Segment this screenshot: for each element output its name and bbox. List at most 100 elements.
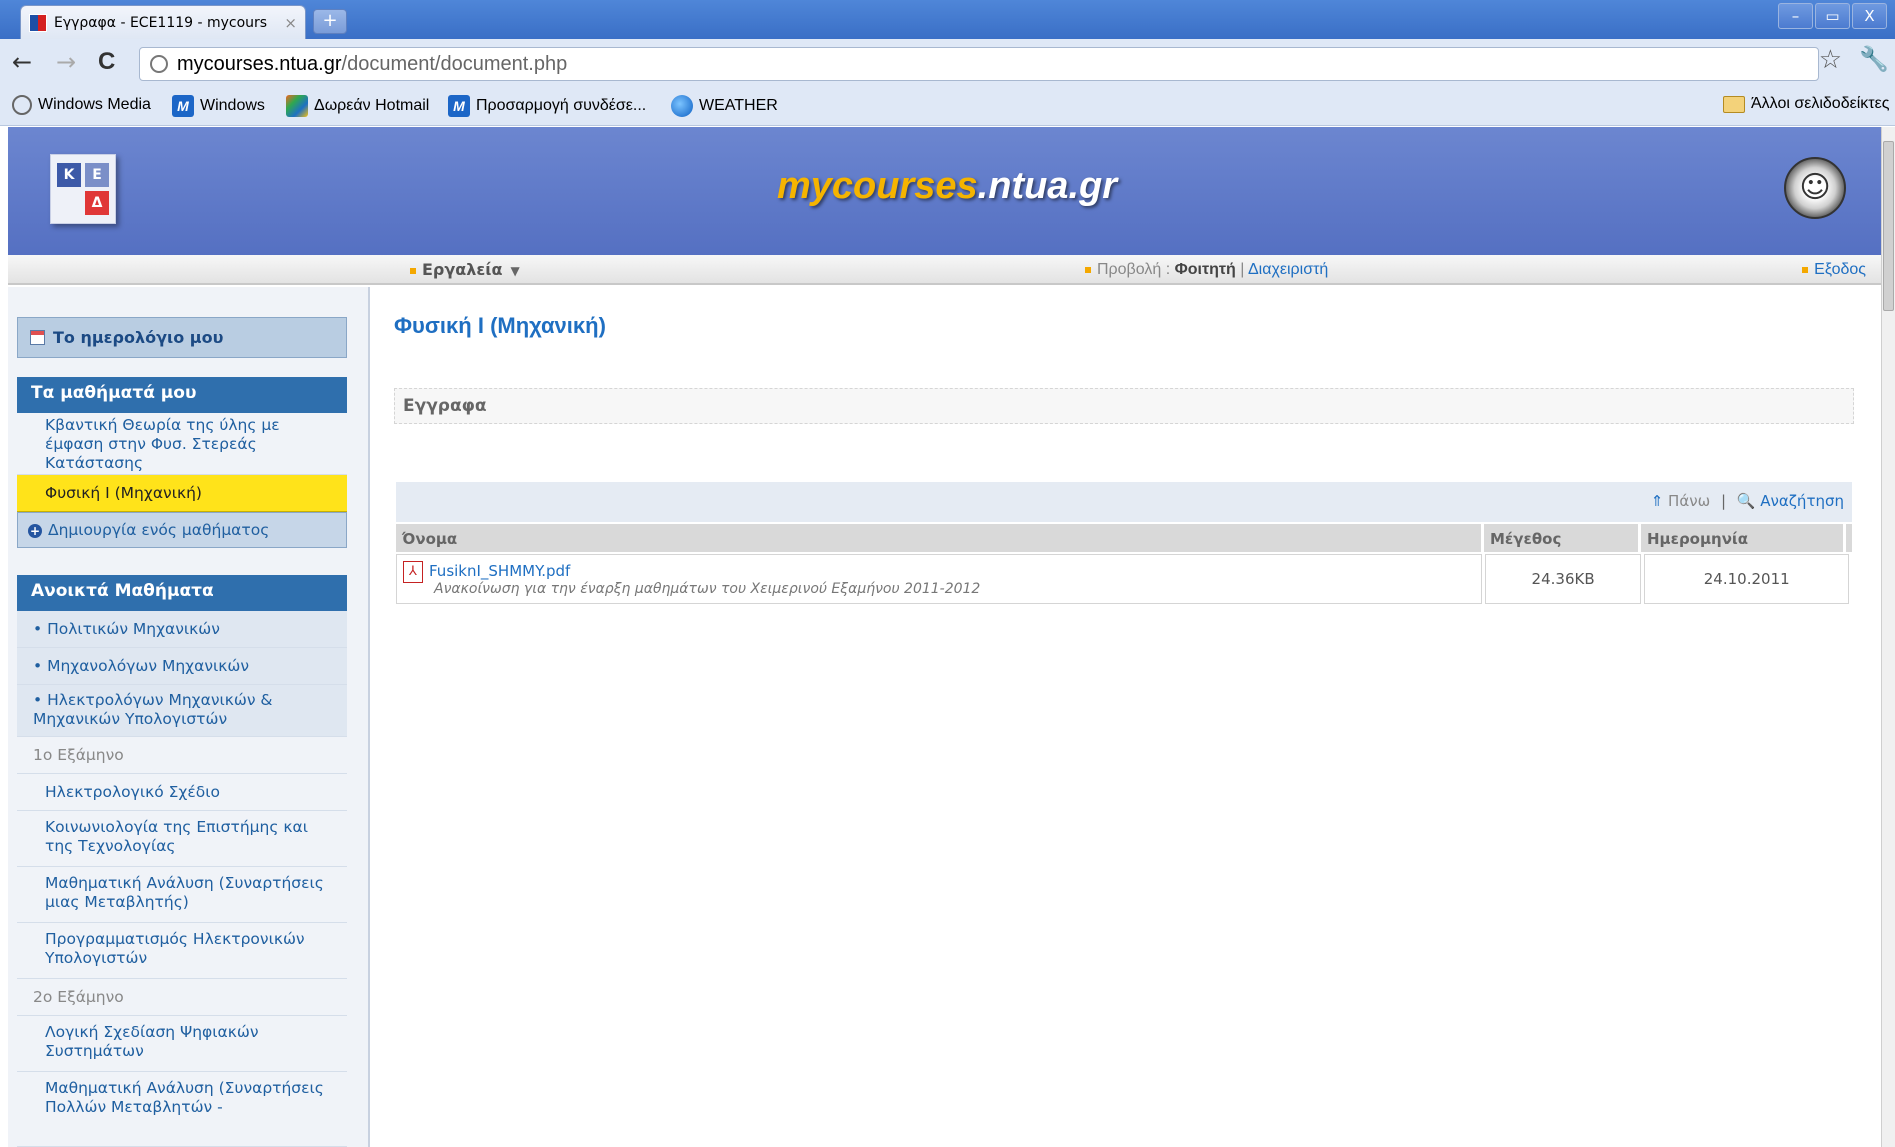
other-bookmarks-label: Άλλοι σελιδοδείκτες <box>1751 95 1890 112</box>
browser-titlebar: Εγγραφα - ECE1119 - mycours × + – ▭ X <box>0 0 1895 39</box>
my-courses-header: Τα μαθήματά μου <box>17 377 347 413</box>
calendar-label: Το ημερολόγιο μου <box>53 328 224 347</box>
minimize-button[interactable]: – <box>1778 3 1813 29</box>
sidebar-course-quantum[interactable]: Κβαντική Θεωρία της ύλης με έμφαση στην … <box>17 413 347 475</box>
url-path: /document/document.php <box>341 53 568 75</box>
page-scrollbar[interactable] <box>1881 127 1895 1147</box>
msn-icon: M <box>448 95 470 117</box>
bookmark-windows-media[interactable]: Windows Media <box>12 95 151 115</box>
search-link[interactable]: Αναζήτηση <box>1760 492 1844 510</box>
address-text: mycourses.ntua.gr/document/document.php <box>177 53 567 76</box>
site-banner: Κ Ε Δ mycourses.ntua.gr ☺ <box>8 127 1886 255</box>
documents-table: ⇑ Πάνω | 🔍 Αναζήτηση Όνομα Μέγεθος Ημερο… <box>396 482 1852 604</box>
document-date: 24.10.2011 <box>1644 554 1849 604</box>
site-name-part2: .ntua.gr <box>977 165 1117 207</box>
document-size: 24.36KB <box>1484 554 1642 604</box>
open-courses-header: Ανοικτά Μαθήματα <box>17 575 347 611</box>
tools-menu[interactable]: Εργαλεία ▼ <box>410 260 520 279</box>
maximize-button[interactable]: ▭ <box>1815 3 1850 29</box>
bookmark-label: WEATHER <box>699 97 778 114</box>
documents-toolbar: ⇑ Πάνω | 🔍 Αναζήτηση <box>396 482 1852 522</box>
site-favicon-icon <box>29 13 47 32</box>
tab-title: Εγγραφα - ECE1119 - mycours <box>54 14 268 31</box>
logout-link[interactable]: Εξοδος <box>1802 261 1866 279</box>
sidebar-dept-mechanical[interactable]: • Μηχανολόγων Μηχανικών <box>17 648 347 685</box>
site-menubar: Εργαλεία ▼ Προβολή : Φοιτητή | Διαχειριστ… <box>8 255 1886 285</box>
bullet-icon <box>1802 266 1809 273</box>
table-row: ⅄ FusiknI_SHMMY.pdf Ανακοίνωση για την έν… <box>396 552 1852 604</box>
document-link[interactable]: FusiknI_SHMMY.pdf <box>429 562 570 580</box>
wrench-menu-icon[interactable]: 🔧 <box>1859 45 1889 73</box>
browser-tab[interactable]: Εγγραφα - ECE1119 - mycours × <box>20 5 306 39</box>
bookmark-star-icon[interactable]: ☆ <box>1819 45 1842 75</box>
sidebar-course-logic-design[interactable]: Λογική Σχεδίαση Ψηφιακών Συστημάτων <box>17 1016 347 1072</box>
view-admin-link[interactable]: Διαχειριστή <box>1248 261 1328 278</box>
semester-1-label: 1ο Εξάμηνο <box>17 737 347 774</box>
web-page: Κ Ε Δ mycourses.ntua.gr ☺ Εργαλεία ▼ Προβ… <box>8 127 1886 1147</box>
bullet-icon <box>410 267 416 274</box>
view-label: Προβολή : <box>1097 261 1175 278</box>
caret-down-icon: ▼ <box>510 264 520 278</box>
calendar-icon <box>30 330 45 345</box>
folder-icon <box>1723 95 1745 113</box>
pdf-icon[interactable]: ⅄ <box>403 561 423 583</box>
table-header: Όνομα Μέγεθος Ημερομηνία <box>396 522 1852 552</box>
weather-icon <box>671 95 693 117</box>
logout-label: Εξοδος <box>1814 261 1866 278</box>
site-name: mycourses.ntua.gr <box>8 165 1886 208</box>
column-size[interactable]: Μέγεθος <box>1484 524 1641 552</box>
view-student: Φοιτητή <box>1174 261 1236 278</box>
other-bookmarks[interactable]: Άλλοι σελιδοδείκτες <box>1723 95 1889 113</box>
sidebar-dept-electrical[interactable]: • Ηλεκτρολόγων Μηχανικών & Μηχανικών Υπο… <box>17 685 347 737</box>
bookmark-customize-links[interactable]: M Προσαρμογή συνδέσε... <box>448 95 646 117</box>
bookmark-hotmail[interactable]: Δωρεάν Hotmail <box>286 95 429 117</box>
view-mode: Προβολή : Φοιτητή | Διαχειριστή <box>1085 261 1328 279</box>
my-calendar-button[interactable]: Το ημερολόγιο μου <box>17 317 347 358</box>
course-title[interactable]: Φυσική Ι (Μηχανική) <box>394 313 606 339</box>
column-date[interactable]: Ημερομηνία <box>1641 524 1846 552</box>
scrollbar-thumb[interactable] <box>1883 141 1894 311</box>
document-name-cell: ⅄ FusiknI_SHMMY.pdf Ανακοίνωση για την έν… <box>396 554 1482 604</box>
sidebar-course-electrical-drawing[interactable]: Ηλεκτρολογικό Σχέδιο <box>17 774 347 811</box>
windows-logo-icon <box>286 95 308 117</box>
bookmark-label: Δωρεάν Hotmail <box>314 97 430 114</box>
up-link[interactable]: Πάνω <box>1668 492 1710 510</box>
tab-close-icon[interactable]: × <box>284 14 297 32</box>
msn-icon: M <box>172 95 194 117</box>
sidebar-course-physics-selected[interactable]: Φυσική Ι (Μηχανική) <box>17 475 347 512</box>
view-separator: | <box>1235 261 1248 278</box>
folder-up-icon[interactable]: ⇑ <box>1651 492 1664 510</box>
sidebar-course-sociology[interactable]: Κοινωνιολογία της Επιστήμης και της Τεχν… <box>17 811 347 867</box>
close-window-button[interactable]: X <box>1852 3 1887 29</box>
university-seal-icon: ☺ <box>1784 157 1846 219</box>
search-icon[interactable]: 🔍 <box>1737 492 1756 510</box>
back-button[interactable]: ← <box>12 48 32 76</box>
sidebar-course-calculus-2[interactable]: Μαθηματική Ανάλυση (Συναρτήσεις Πολλών Μ… <box>17 1072 347 1147</box>
page-info-icon[interactable] <box>150 55 168 73</box>
globe-icon <box>12 95 32 115</box>
reload-button[interactable]: C <box>98 48 115 76</box>
bookmarks-bar: Windows Media M Windows Δωρεάν Hotmail M… <box>0 86 1895 126</box>
bookmark-label: Windows Media <box>38 96 151 113</box>
section-title: Εγγραφα <box>394 388 1854 424</box>
bullet-icon <box>1085 266 1091 273</box>
bookmark-label: Προσαρμογή συνδέσε... <box>476 97 647 114</box>
forward-button[interactable]: → <box>56 48 76 76</box>
sidebar-course-calculus-1[interactable]: Μαθηματική Ανάλυση (Συναρτήσεις μιας Μετ… <box>17 867 347 923</box>
column-name[interactable]: Όνομα <box>396 524 1484 552</box>
tools-label: Εργαλεία <box>422 260 503 279</box>
new-tab-button[interactable]: + <box>313 9 347 34</box>
document-description: Ανακοίνωση για την έναρξη μαθημάτων του … <box>434 581 981 597</box>
plus-icon: + <box>28 523 42 538</box>
sidebar: Το ημερολόγιο μου Τα μαθήματά μου Κβαντι… <box>8 287 370 1147</box>
main-content: Φυσική Ι (Μηχανική) Εγγραφα ⇑ Πάνω | 🔍 Α… <box>378 287 1878 1147</box>
sidebar-dept-civil[interactable]: • Πολιτικών Μηχανικών <box>17 611 347 648</box>
sidebar-course-programming[interactable]: Προγραμματισμός Ηλεκτρονικών Υπολογιστών <box>17 923 347 979</box>
window-controls: – ▭ X <box>1776 3 1887 29</box>
create-course-button[interactable]: + Δημιουργία ενός μαθήματος <box>17 512 347 548</box>
bookmark-windows[interactable]: M Windows <box>172 95 265 117</box>
bookmark-label: Windows <box>200 97 265 114</box>
address-bar[interactable]: mycourses.ntua.gr/document/document.php <box>139 47 1819 81</box>
site-name-part1: mycourses <box>777 165 978 207</box>
bookmark-weather[interactable]: WEATHER <box>671 95 778 117</box>
